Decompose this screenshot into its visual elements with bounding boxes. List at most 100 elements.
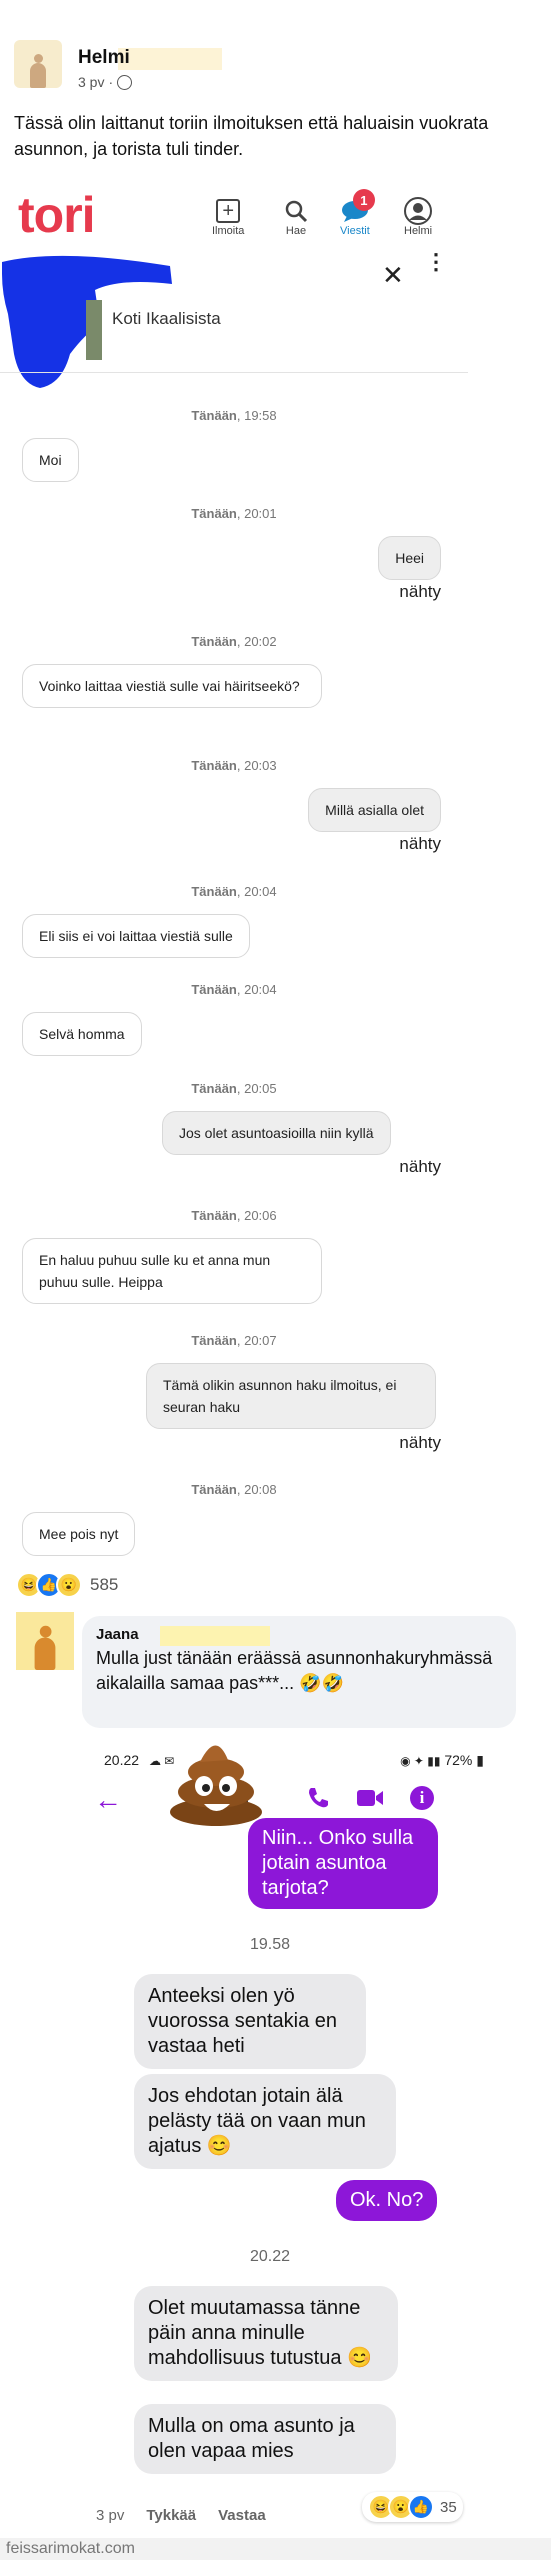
- received-message: Anteeksi olen yö vuorossa sentakia en va…: [134, 1974, 366, 2069]
- tori-timestamp: Tänään, 20:01: [0, 506, 468, 521]
- comment-time[interactable]: 3 pv: [96, 2507, 124, 2524]
- listing-title[interactable]: Koti Ikaalisista: [112, 309, 221, 329]
- reply-button[interactable]: Vastaa: [218, 2507, 266, 2524]
- tori-timestamp: Tänään, 20:04: [0, 982, 468, 997]
- timestamp-day: Tänään: [191, 884, 237, 899]
- timestamp-time: , 20:05: [236, 1081, 277, 1096]
- received-message: Olet muutamassa tänne päin anna minulle …: [134, 2286, 398, 2381]
- timestamp-time: , 20:01: [236, 506, 277, 521]
- seen-indicator: nähty: [399, 834, 441, 853]
- nav-viestit[interactable]: 1 Viestit: [340, 189, 375, 237]
- nav-viestit-label: Viestit: [340, 225, 370, 237]
- video-call-icon[interactable]: [356, 1788, 384, 1813]
- timestamp-day: Tänään: [191, 982, 237, 997]
- timestamp-day: Tänään: [191, 506, 237, 521]
- received-message: En haluu puhuu sulle ku et anna mun puhu…: [22, 1238, 322, 1304]
- received-message: Moi: [22, 438, 79, 482]
- nav-ilmoita-label: Ilmoita: [212, 225, 245, 237]
- timestamp-day: Tänään: [191, 1081, 237, 1096]
- phone-call-icon[interactable]: [306, 1786, 330, 1815]
- tori-timestamp: Tänään, 20:04: [0, 884, 468, 899]
- battery-icon: ▮: [476, 1752, 484, 1768]
- sent-message: Tämä olikin asunnon haku ilmoitus, ei se…: [146, 1363, 436, 1429]
- timestamp-day: Tänään: [191, 1482, 237, 1497]
- timestamp-time: , 20:07: [236, 1333, 277, 1348]
- like-icon: 👍: [408, 2494, 434, 2520]
- tori-timestamp: Tänään, 20:07: [0, 1333, 468, 1348]
- search-icon: [282, 197, 310, 225]
- timestamp-day: Tänään: [191, 1208, 237, 1223]
- status-right: ◉ ✦ ▮▮ 72% ▮: [400, 1752, 484, 1769]
- tori-timestamp: Tänään, 20:05: [0, 1081, 468, 1096]
- sent-message: Niin... Onko sulla jotain asuntoa tarjot…: [248, 1818, 438, 1909]
- close-icon[interactable]: ✕: [382, 260, 404, 291]
- watermark-text: feissarimokat.com: [6, 2540, 135, 2557]
- author-name[interactable]: Helmi: [78, 47, 130, 69]
- received-message: Selvä homma: [22, 1012, 142, 1056]
- received-message: Mee pois nyt: [22, 1512, 136, 1556]
- nav-profile-label: Helmi: [404, 225, 433, 237]
- timestamp-day: Tänään: [191, 758, 237, 773]
- sent-message: Millä asialla olet: [308, 788, 441, 832]
- dot-separator: ·: [108, 74, 114, 90]
- comment-reaction-count: 35: [440, 2498, 457, 2516]
- tori-timestamp: Tänään, 20:06: [0, 1208, 468, 1223]
- post-time[interactable]: 3 pv: [78, 74, 104, 90]
- timestamp-day: Tänään: [191, 634, 237, 649]
- timestamp-time: , 20:04: [236, 982, 277, 997]
- signal-icon: ◉ ✦ ▮▮: [400, 1754, 441, 1768]
- post-meta: 3 pv ·: [78, 74, 133, 90]
- info-icon[interactable]: i: [410, 1786, 434, 1810]
- comment-text: Mulla just tänään eräässä asunnonhakuryh…: [96, 1648, 493, 1693]
- received-message: Jos ehdotan jotain älä pelästy tää on va…: [134, 2074, 396, 2169]
- comment-reactions[interactable]: 😆 😮 👍 35: [362, 2492, 463, 2522]
- seen-indicator: nähty: [399, 1157, 441, 1176]
- commenter-name[interactable]: Jaana: [96, 1626, 139, 1643]
- tori-timestamp: Tänään, 20:02: [0, 634, 468, 649]
- user-icon: [404, 197, 433, 225]
- seen-indicator: nähty: [399, 582, 441, 601]
- seen-indicator: nähty: [399, 1433, 441, 1452]
- globe-icon: [117, 74, 133, 90]
- more-options-icon[interactable]: ⋮: [425, 251, 447, 273]
- timestamp-time: , 19:58: [236, 408, 277, 423]
- name-highlight: [118, 48, 222, 70]
- wow-icon: 😮: [56, 1572, 82, 1598]
- post-text: Tässä olin laittanut toriin ilmoituksen …: [14, 113, 489, 159]
- author-avatar[interactable]: [14, 40, 62, 88]
- tori-divider: [0, 372, 468, 373]
- post-reaction-count: 585: [90, 1575, 119, 1594]
- commenter-avatar[interactable]: [16, 1612, 74, 1670]
- status-time: 20.22: [104, 1752, 140, 1768]
- tori-logo: tori: [18, 187, 96, 243]
- nav-ilmoita[interactable]: + Ilmoita: [212, 197, 244, 237]
- poop-emoji-sticker: [170, 1745, 262, 1826]
- timestamp-day: Tänään: [191, 1333, 237, 1348]
- received-message: Voinko laittaa viestiä sulle vai häirits…: [22, 664, 322, 708]
- nav-hae[interactable]: Hae: [282, 197, 310, 237]
- timestamp-time: , 20:03: [236, 758, 277, 773]
- sent-message: Heei: [378, 536, 441, 580]
- received-message: Mulla on oma asunto ja olen vapaa mies: [134, 2404, 396, 2474]
- tori-timestamp: Tänään, 20:03: [0, 758, 468, 773]
- post-reactions[interactable]: 😆 👍 😮 585: [16, 1572, 118, 1598]
- tori-timestamp: Tänään, 20:08: [0, 1482, 468, 1497]
- commenter-name-highlight: [160, 1626, 270, 1646]
- chat-icon: 1: [341, 189, 375, 225]
- back-arrow-icon[interactable]: ←: [94, 1784, 122, 1816]
- watermark-bar: feissarimokat.com: [0, 2538, 551, 2560]
- received-message: Eli siis ei voi laittaa viestiä sulle: [22, 914, 250, 958]
- timestamp-time: , 20:04: [236, 884, 277, 899]
- unread-badge: 1: [352, 189, 375, 211]
- like-button[interactable]: Tykkää: [146, 2507, 196, 2524]
- messenger-timestamp: 20.22: [249, 2248, 291, 2265]
- status-bar: 20.22 ☁ ✉ ◉ ✦ ▮▮ 72% ▮: [104, 1752, 484, 1774]
- sent-message: Jos olet asuntoasioilla niin kyllä: [162, 1111, 391, 1155]
- battery-percent: 72%: [444, 1752, 473, 1768]
- messenger-timestamp: 19.58: [249, 1936, 291, 1953]
- comment-actions: 3 pv Tykkää Vastaa: [96, 2507, 266, 2524]
- timestamp-time: , 20:06: [236, 1208, 277, 1223]
- timestamp-day: Tänään: [191, 408, 237, 423]
- timestamp-time: , 20:02: [236, 634, 277, 649]
- nav-profile[interactable]: Helmi: [404, 197, 432, 237]
